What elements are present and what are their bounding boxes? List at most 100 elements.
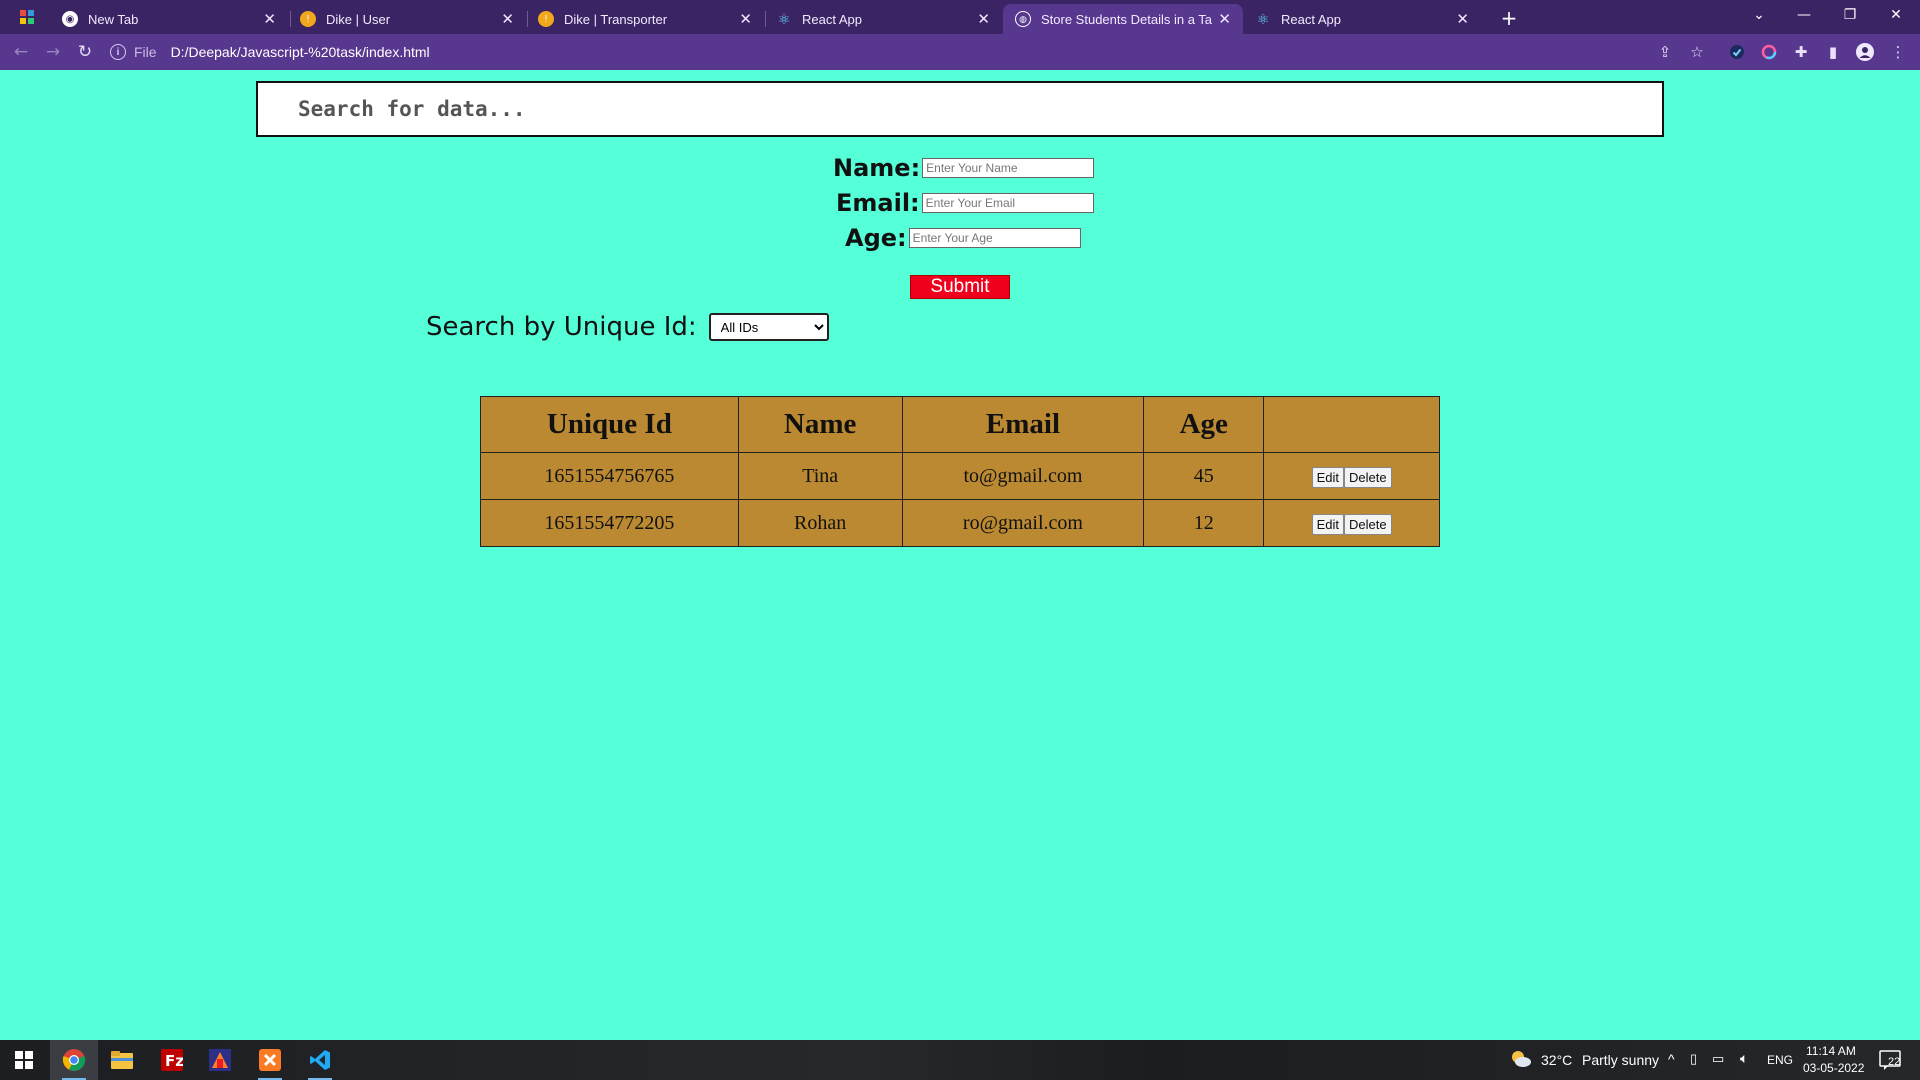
tab-title: Dike | User xyxy=(326,11,391,27)
cell-age: 45 xyxy=(1143,452,1265,500)
tab-search-chevron-icon[interactable]: ⌄ xyxy=(1737,0,1781,30)
tab-title: Dike | Transporter xyxy=(564,11,668,27)
weather-temp[interactable]: 32°C xyxy=(1541,1052,1572,1068)
address-bar[interactable]: i File D:/Deepak/Javascript-%20task/inde… xyxy=(110,38,1640,66)
restore-button[interactable]: ❐ xyxy=(1828,0,1872,30)
star-icon[interactable]: ☆ xyxy=(1687,42,1707,62)
tab-react-app-1[interactable]: ⚛ React App ✕ xyxy=(764,4,1002,34)
browser-toolbar: ← → ↻ i File D:/Deepak/Javascript-%20tas… xyxy=(0,34,1920,70)
globe-icon: ◍ xyxy=(1015,11,1031,27)
edit-button[interactable]: Edit xyxy=(1311,466,1345,488)
cell-email: ro@gmail.com xyxy=(901,499,1145,547)
forward-button[interactable]: → xyxy=(40,39,66,65)
clock-date[interactable]: 03-05-2022 xyxy=(1803,1061,1864,1075)
age-label: Age: xyxy=(845,224,907,252)
close-icon[interactable]: ✕ xyxy=(501,10,514,28)
weather-icon[interactable] xyxy=(1510,1049,1532,1073)
app-colorful-icon[interactable] xyxy=(196,1040,244,1080)
name-field[interactable] xyxy=(922,158,1095,178)
close-icon[interactable]: ✕ xyxy=(1218,10,1231,28)
filezilla-icon[interactable]: Fz xyxy=(148,1040,196,1080)
more-menu-icon[interactable]: ⋮ xyxy=(1888,42,1908,62)
url-scheme: File xyxy=(134,44,157,60)
tab-title: React App xyxy=(1281,11,1341,27)
tab-store-students[interactable]: ◍ Store Students Details in a Table ✕ xyxy=(1003,4,1243,34)
email-label: Email: xyxy=(836,189,920,217)
network-icon[interactable]: ▭ xyxy=(1712,1051,1724,1067)
email-field[interactable] xyxy=(921,193,1094,213)
search-input[interactable] xyxy=(298,97,1662,121)
submit-button[interactable]: Submit xyxy=(910,275,1010,299)
cell-actions: Edit Delete xyxy=(1263,499,1440,547)
chrome-icon: ◉ xyxy=(62,11,78,27)
minimize-button[interactable]: — xyxy=(1782,0,1826,30)
name-label: Name: xyxy=(833,154,921,182)
file-explorer-icon[interactable] xyxy=(98,1040,146,1080)
close-icon[interactable]: ✕ xyxy=(1456,10,1469,28)
delete-button[interactable]: Delete xyxy=(1344,466,1392,488)
delete-button[interactable]: Delete xyxy=(1344,513,1392,535)
close-icon[interactable]: ✕ xyxy=(263,10,276,28)
table-row: 1651554756765 Tina to@gmail.com 45 Edit D… xyxy=(480,452,1440,500)
tab-search-icon[interactable] xyxy=(18,8,36,26)
header-actions xyxy=(1263,396,1440,453)
react-icon: ⚛ xyxy=(777,10,791,27)
header-email: Email xyxy=(901,396,1145,453)
xampp-icon[interactable] xyxy=(246,1040,294,1080)
close-icon[interactable]: ✕ xyxy=(977,10,990,28)
clock-time[interactable]: 11:14 AM xyxy=(1806,1044,1856,1058)
reload-button[interactable]: ↻ xyxy=(72,39,98,65)
close-window-button[interactable]: ✕ xyxy=(1874,0,1918,30)
windows-taskbar: Fz 32°C Partly sunny ^ ▯ ▭ 🔈︎ ENG 11:14 … xyxy=(0,1040,1920,1080)
cell-email: to@gmail.com xyxy=(901,452,1145,500)
age-field[interactable] xyxy=(908,228,1081,248)
tab-title: Store Students Details in a Table xyxy=(1041,11,1213,27)
vscode-icon[interactable] xyxy=(296,1040,344,1080)
tab-new-tab[interactable]: ◉ New Tab ✕ xyxy=(50,4,288,34)
unique-id-select[interactable]: All IDs xyxy=(708,313,829,341)
tab-dike-user[interactable]: ! Dike | User ✕ xyxy=(288,4,526,34)
url-text[interactable]: D:/Deepak/Javascript-%20task/index.html xyxy=(171,44,430,60)
cell-unique-id: 1651554756765 xyxy=(480,452,739,500)
weather-desc[interactable]: Partly sunny xyxy=(1582,1052,1659,1068)
cell-unique-id: 1651554772205 xyxy=(480,499,739,547)
age-row: Age: xyxy=(845,224,1081,252)
new-tab-button[interactable]: + xyxy=(1495,4,1523,32)
device-icon[interactable]: ▯ xyxy=(1690,1051,1697,1067)
tab-title: New Tab xyxy=(88,11,139,27)
share-icon[interactable]: ⇪ xyxy=(1655,42,1675,62)
extension-ring-icon[interactable] xyxy=(1759,42,1779,62)
cell-age: 12 xyxy=(1143,499,1265,547)
react-icon: ⚛ xyxy=(1256,10,1270,27)
tab-react-app-2[interactable]: ⚛ React App ✕ xyxy=(1243,4,1481,34)
chevron-up-icon[interactable]: ^ xyxy=(1668,1051,1675,1067)
cell-name: Rohan xyxy=(737,499,903,547)
svg-text:Fz: Fz xyxy=(165,1052,183,1070)
close-icon[interactable]: ✕ xyxy=(739,10,752,28)
header-name: Name xyxy=(737,396,903,453)
dike-favicon-icon: ! xyxy=(300,11,316,27)
profile-avatar-icon[interactable] xyxy=(1855,42,1875,62)
side-panel-icon[interactable]: ▮ xyxy=(1823,42,1843,62)
email-row: Email: xyxy=(836,189,1094,217)
windows-start-icon[interactable] xyxy=(0,1040,48,1080)
header-age: Age xyxy=(1143,396,1265,453)
header-unique-id: Unique Id xyxy=(480,396,739,453)
tab-title: React App xyxy=(802,11,862,27)
back-button[interactable]: ← xyxy=(8,39,34,65)
language-indicator[interactable]: ENG xyxy=(1767,1053,1793,1067)
notification-count: 22 xyxy=(1888,1056,1901,1068)
cell-name: Tina xyxy=(737,452,903,500)
extension-check-icon[interactable] xyxy=(1727,42,1747,62)
notification-icon[interactable]: 22 xyxy=(1879,1049,1903,1071)
filter-label: Search by Unique Id: xyxy=(426,312,697,342)
tab-strip: ◉ New Tab ✕ ! Dike | User ✕ ! Dike | Tra… xyxy=(0,0,1920,34)
edit-button[interactable]: Edit xyxy=(1311,513,1345,535)
name-row: Name: xyxy=(833,154,1095,182)
chrome-taskbar-icon[interactable] xyxy=(50,1040,98,1080)
info-icon[interactable]: i xyxy=(110,44,126,60)
tab-dike-transporter[interactable]: ! Dike | Transporter ✕ xyxy=(526,4,764,34)
volume-icon[interactable]: 🔈︎ xyxy=(1740,1050,1748,1067)
table-row: 1651554772205 Rohan ro@gmail.com 12 Edit… xyxy=(480,499,1440,547)
extensions-puzzle-icon[interactable]: ✚ xyxy=(1791,42,1811,62)
